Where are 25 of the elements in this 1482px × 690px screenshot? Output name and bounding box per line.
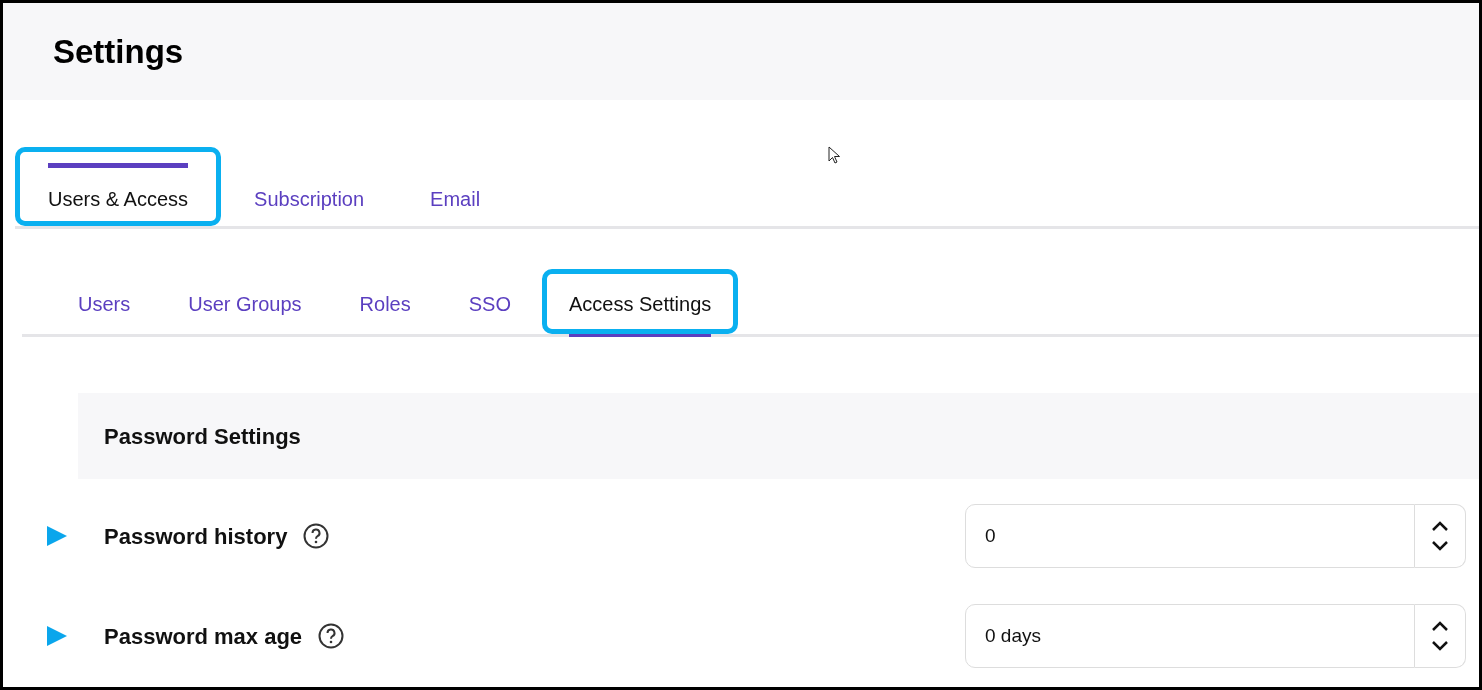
chevron-up-icon[interactable]	[1432, 521, 1448, 531]
setting-label: Password max age	[104, 622, 303, 651]
mouse-cursor-icon	[828, 146, 841, 165]
tab[interactable]: Users & Access	[48, 184, 189, 214]
tab[interactable]: Email	[430, 184, 481, 214]
chevron-down-icon[interactable]	[1432, 641, 1448, 651]
page-title: Settings	[53, 31, 184, 72]
number-input[interactable]: 0 days	[965, 604, 1415, 668]
section-title: Password Settings	[104, 422, 301, 451]
spinner[interactable]	[1415, 604, 1466, 668]
number-input[interactable]: 0	[965, 504, 1415, 568]
spinner[interactable]	[1415, 504, 1466, 568]
help-icon[interactable]	[303, 523, 330, 549]
triangle-marker-icon	[47, 626, 67, 646]
tab[interactable]: Users	[78, 289, 131, 319]
tab[interactable]: Subscription	[254, 184, 365, 214]
tab[interactable]: Access Settings	[569, 289, 712, 319]
tab[interactable]: Roles	[359, 289, 411, 319]
setting-label: Password history	[104, 522, 288, 551]
chevron-up-icon[interactable]	[1432, 621, 1448, 631]
help-icon[interactable]	[318, 623, 345, 649]
triangle-marker-icon	[47, 526, 67, 546]
tab[interactable]: SSO	[468, 289, 511, 319]
tab[interactable]: User Groups	[188, 289, 302, 319]
chevron-down-icon[interactable]	[1432, 541, 1448, 551]
